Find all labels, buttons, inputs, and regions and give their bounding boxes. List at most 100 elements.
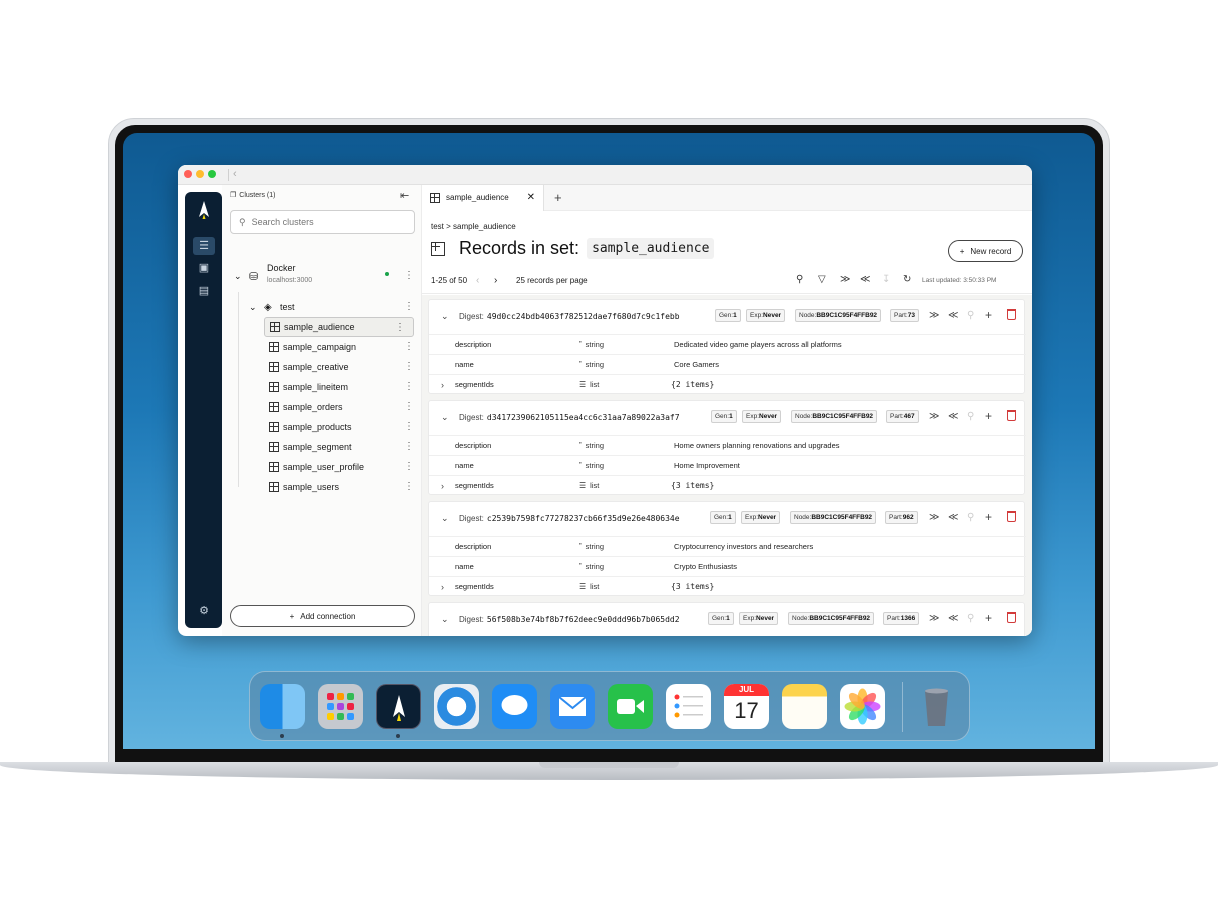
trash-icon[interactable] (914, 684, 959, 729)
bin-row: › segmentIds ☰ list {3 items} (429, 475, 1026, 495)
set-menu-icon[interactable]: ⋮ (404, 381, 414, 392)
add-bin-icon[interactable]: + (985, 409, 992, 423)
set-menu-icon[interactable]: ⋮ (404, 461, 414, 472)
aerospike-tools-icon[interactable] (376, 684, 421, 729)
zoom-window-button[interactable] (208, 170, 216, 178)
photos-icon[interactable] (840, 684, 885, 729)
back-chevron-icon[interactable]: ‹ (233, 168, 237, 180)
refresh-icon[interactable]: ↻ (903, 274, 911, 285)
per-page-select[interactable]: 25 records per page (516, 276, 588, 285)
collapse-record-icon[interactable]: ≪ (948, 411, 958, 422)
record-header[interactable]: ⌄ Digest: 56f508b3e74bf8b7f62deec9e0ddd96b… (429, 603, 1024, 636)
briefcase-icon[interactable]: ▣ (193, 259, 215, 277)
chevron-down-icon[interactable]: ⌄ (249, 302, 257, 313)
collapse-sidebar-icon[interactable]: ⇤ (400, 189, 409, 202)
set-menu-icon[interactable]: ⋮ (404, 341, 414, 352)
set-menu-icon[interactable]: ⋮ (395, 322, 405, 333)
set-menu-icon[interactable]: ⋮ (404, 361, 414, 372)
expand-record-icon[interactable]: ≫ (929, 613, 939, 624)
cluster-menu-icon[interactable]: ⋮ (404, 270, 414, 281)
add-connection-button[interactable]: + Add connection (230, 605, 415, 627)
node-value: BB9C1C95F4FFB92 (811, 514, 873, 521)
browse-icon[interactable]: ☰ (193, 237, 215, 255)
new-record-button[interactable]: + New record (948, 240, 1023, 262)
record-header[interactable]: ⌄ Digest: c2539b7598fc77278237cb66f35d9e26… (429, 502, 1024, 536)
delete-record-icon[interactable] (1007, 612, 1016, 623)
record-header[interactable]: ⌄ Digest: 49d0cc24bdb4063f782512dae7f680d7… (429, 300, 1024, 334)
set-item-sample-lineitem[interactable]: sample_lineitem ⋮ (222, 377, 422, 397)
set-item-sample-campaign[interactable]: sample_campaign ⋮ (222, 337, 422, 357)
view-record-icon[interactable]: ⚲ (967, 411, 974, 422)
add-bin-icon[interactable]: + (985, 510, 992, 524)
download-icon[interactable]: ↧ (882, 274, 890, 285)
set-item-sample-products[interactable]: sample_products ⋮ (222, 417, 422, 437)
bin-value[interactable]: {3 items} (671, 481, 714, 490)
view-record-icon[interactable]: ⚲ (967, 613, 974, 624)
finder-icon[interactable] (260, 684, 305, 729)
new-tab-icon[interactable]: + (554, 190, 562, 205)
calendar-icon[interactable]: JUL 17 (724, 684, 769, 729)
chevron-right-icon[interactable]: › (441, 582, 444, 592)
collapse-record-icon[interactable]: ≪ (948, 310, 958, 321)
delete-record-icon[interactable] (1007, 309, 1016, 320)
add-bin-icon[interactable]: + (985, 611, 992, 625)
view-record-icon[interactable]: ⚲ (967, 310, 974, 321)
gen-label: Gen: (715, 413, 730, 420)
reminders-icon[interactable] (666, 684, 711, 729)
facetime-icon[interactable] (608, 684, 653, 729)
search-clusters-box[interactable]: ⚲ (230, 210, 415, 234)
set-item-sample-user-profile[interactable]: sample_user_profile ⋮ (222, 457, 422, 477)
chevron-down-icon[interactable]: ⌄ (441, 412, 449, 423)
safari-icon[interactable] (434, 684, 479, 729)
filter-icon[interactable]: ▽ (818, 274, 826, 285)
expand-record-icon[interactable]: ≫ (929, 512, 939, 523)
messages-icon[interactable] (492, 684, 537, 729)
collapse-record-icon[interactable]: ≪ (948, 512, 958, 523)
chevron-down-icon[interactable]: ⌄ (441, 614, 449, 625)
delete-record-icon[interactable] (1007, 511, 1016, 522)
next-page-icon[interactable]: › (494, 275, 497, 286)
title-bar: ‹ (178, 165, 1032, 185)
cluster-item-docker[interactable]: ⌄ ⛁ Docker localhost:3000 ⋮ (222, 262, 422, 290)
minimize-window-button[interactable] (196, 170, 204, 178)
namespace-item-test[interactable]: ⌄ ◈ test ⋮ (222, 297, 422, 317)
delete-record-icon[interactable] (1007, 410, 1016, 421)
expand-all-icon[interactable]: ≫ (840, 274, 850, 285)
prev-page-icon[interactable]: ‹ (476, 275, 479, 286)
notes-icon[interactable] (782, 684, 827, 729)
search-icon[interactable]: ⚲ (796, 274, 803, 285)
set-item-sample-orders[interactable]: sample_orders ⋮ (222, 397, 422, 417)
settings-gear-icon[interactable]: ⚙ (193, 602, 215, 620)
collapse-all-icon[interactable]: ≪ (860, 274, 870, 285)
expand-record-icon[interactable]: ≫ (929, 310, 939, 321)
namespace-menu-icon[interactable]: ⋮ (404, 301, 414, 312)
set-menu-icon[interactable]: ⋮ (404, 441, 414, 452)
close-window-button[interactable] (184, 170, 192, 178)
chevron-down-icon[interactable]: ⌄ (441, 513, 449, 524)
bin-value[interactable]: {3 items} (671, 582, 714, 591)
record-header[interactable]: ⌄ Digest: d3417239062105115ea4cc6c31aa7a89… (429, 401, 1024, 435)
expand-record-icon[interactable]: ≫ (929, 411, 939, 422)
title-text: Records in set: (459, 238, 580, 258)
tab-sample-audience[interactable]: sample_audience ✕ (422, 184, 544, 211)
close-tab-icon[interactable]: ✕ (527, 192, 535, 203)
collapse-record-icon[interactable]: ≪ (948, 613, 958, 624)
chevron-down-icon[interactable]: ⌄ (234, 271, 242, 282)
view-record-icon[interactable]: ⚲ (967, 512, 974, 523)
chevron-right-icon[interactable]: › (441, 380, 444, 390)
set-item-sample-segment[interactable]: sample_segment ⋮ (222, 437, 422, 457)
set-item-sample-creative[interactable]: sample_creative ⋮ (222, 357, 422, 377)
launchpad-icon[interactable] (318, 684, 363, 729)
set-menu-icon[interactable]: ⋮ (404, 481, 414, 492)
search-clusters-input[interactable] (251, 217, 402, 227)
set-item-sample-users[interactable]: sample_users ⋮ (222, 477, 422, 497)
chevron-right-icon[interactable]: › (441, 481, 444, 491)
server-icon[interactable]: ▤ (193, 282, 215, 300)
set-menu-icon[interactable]: ⋮ (404, 421, 414, 432)
mail-icon[interactable] (550, 684, 595, 729)
set-menu-icon[interactable]: ⋮ (404, 401, 414, 412)
set-item-sample-audience[interactable]: sample_audience ⋮ (264, 317, 414, 337)
chevron-down-icon[interactable]: ⌄ (441, 311, 449, 322)
add-bin-icon[interactable]: + (985, 308, 992, 322)
bin-value[interactable]: {2 items} (671, 380, 714, 389)
